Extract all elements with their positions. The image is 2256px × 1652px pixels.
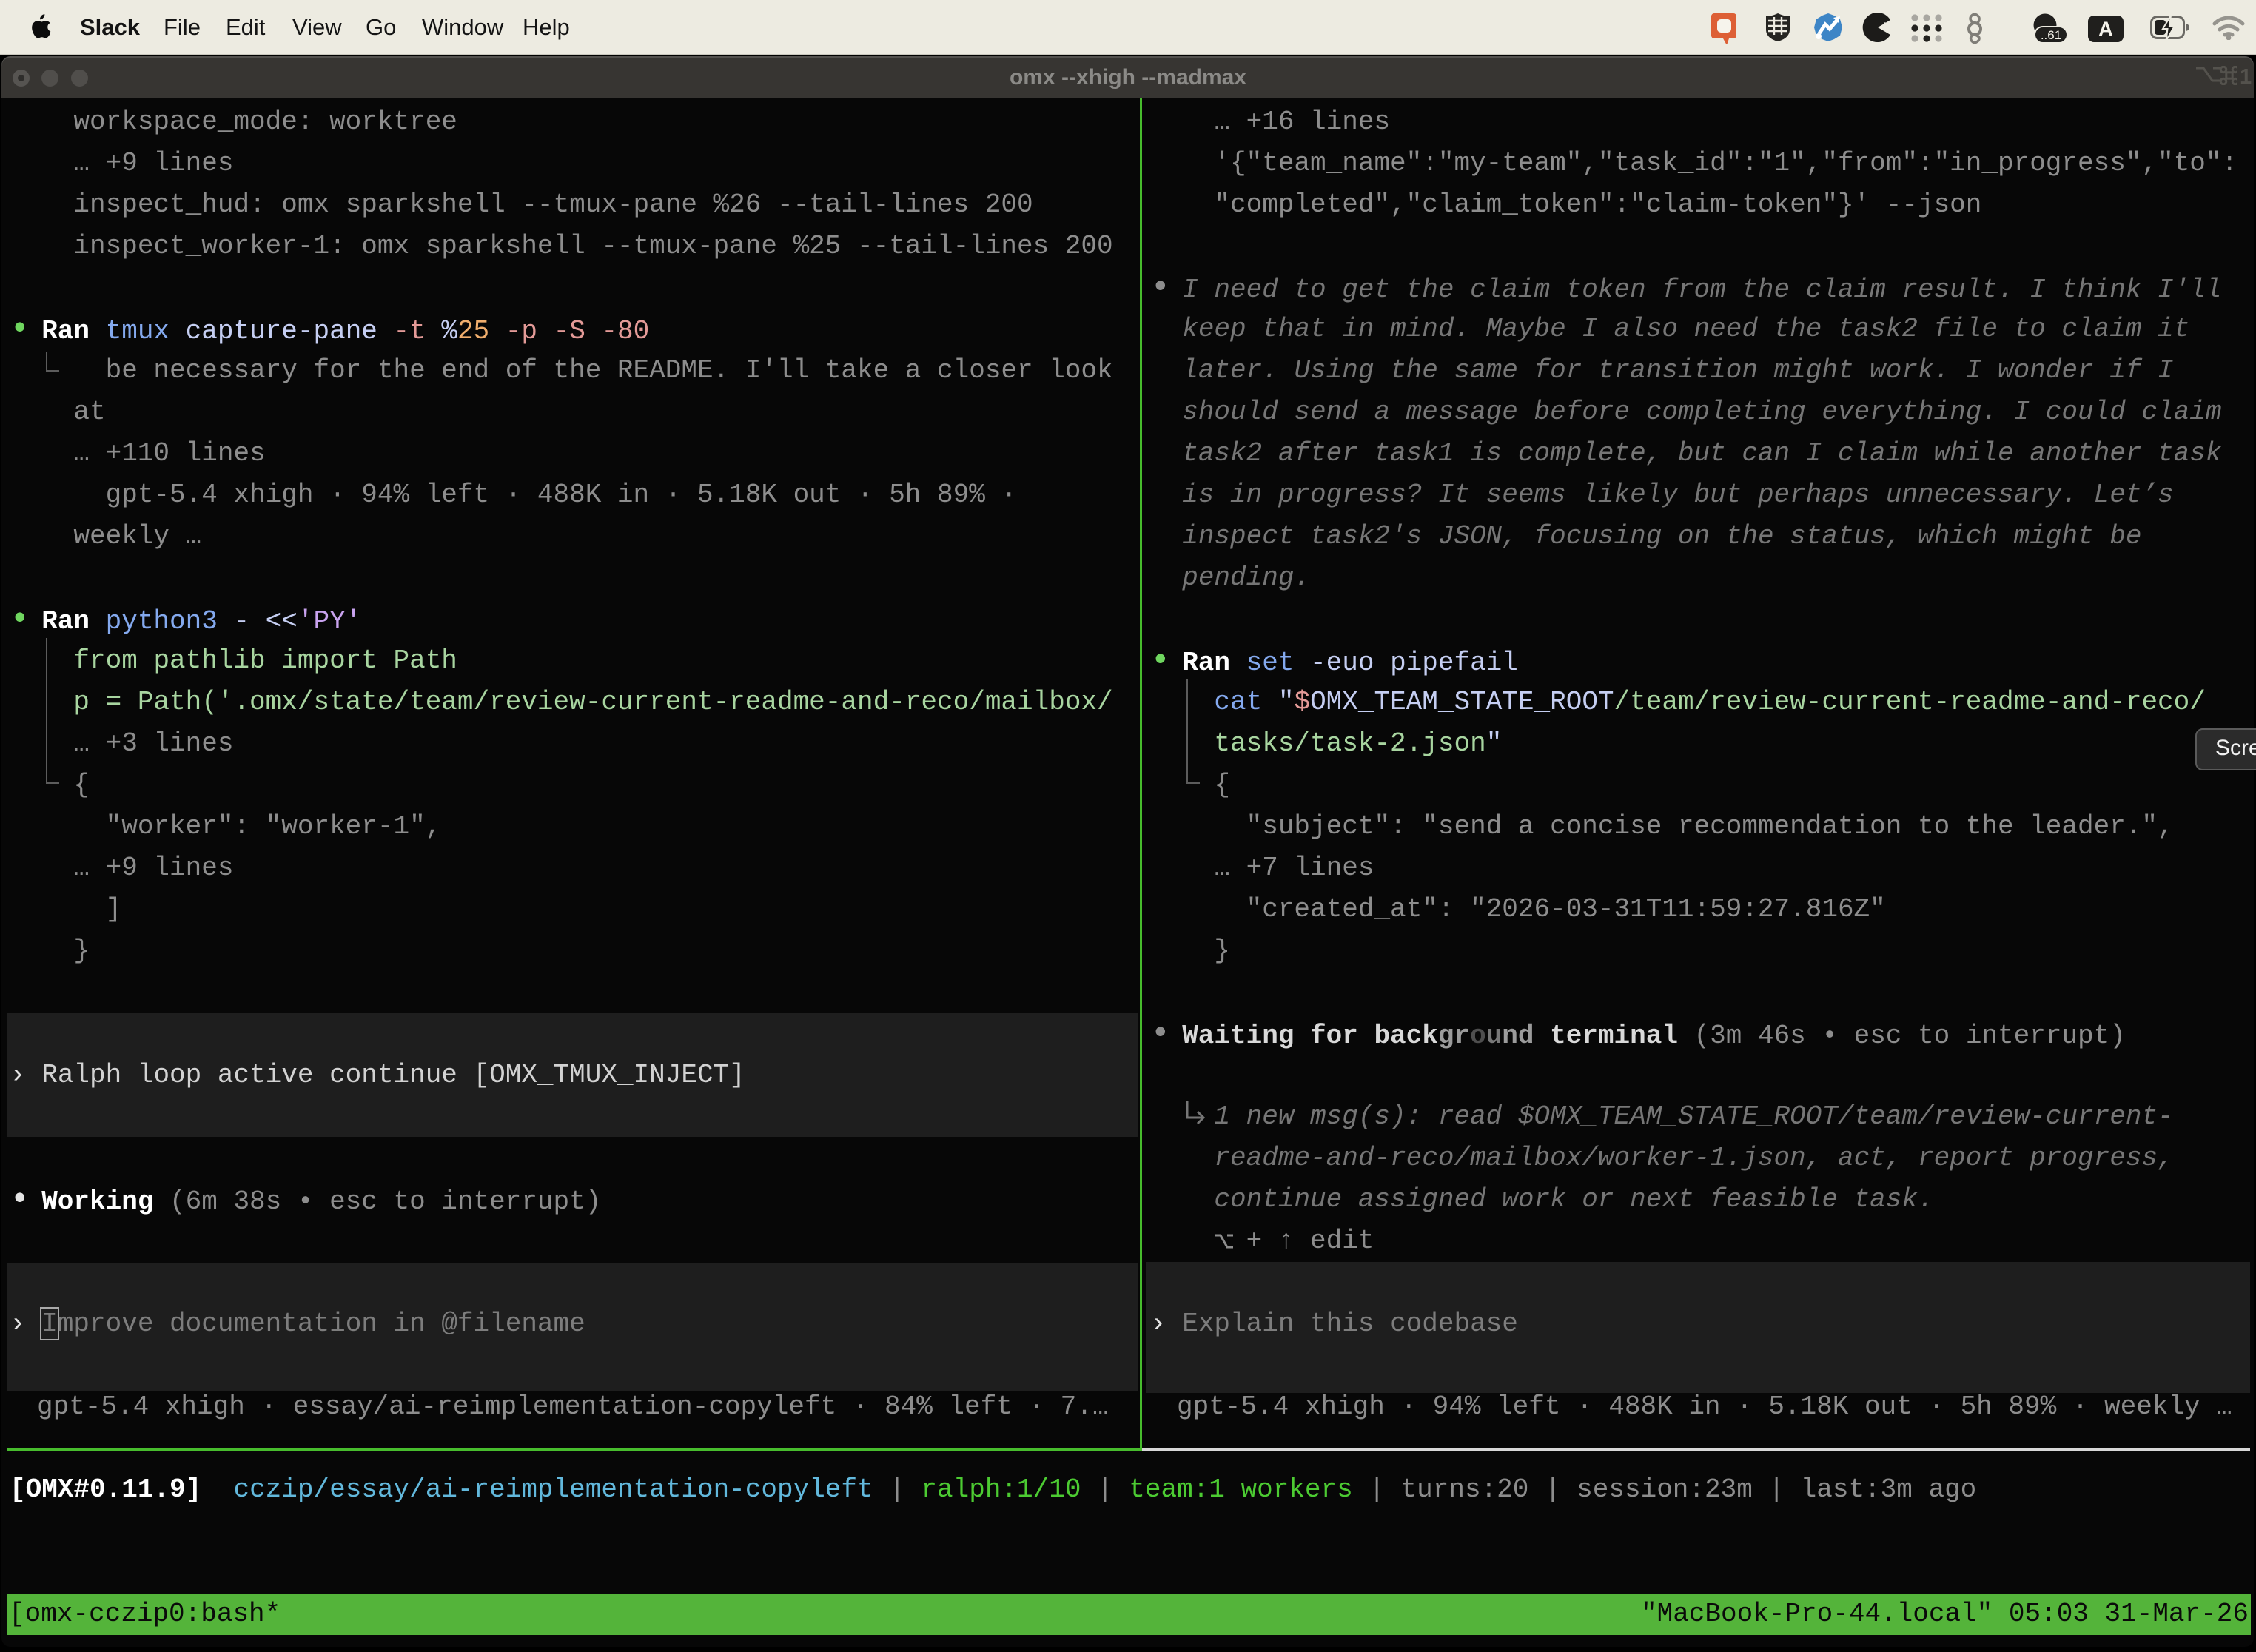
- svg-text:..61: ..61: [2041, 28, 2061, 42]
